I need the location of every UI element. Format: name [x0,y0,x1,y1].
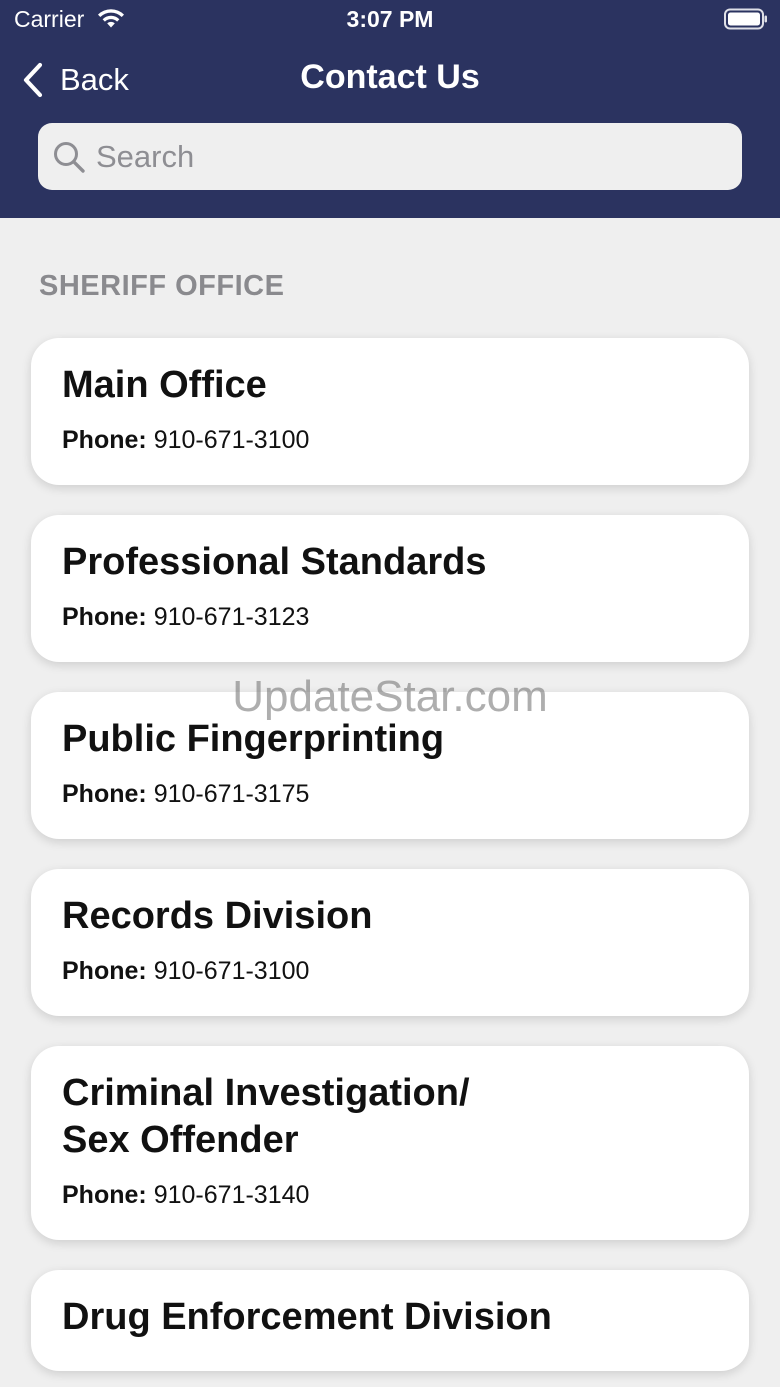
phone-label: Phone: [62,780,147,808]
navigation-bar: Back Contact Us [0,50,780,110]
battery-icon [724,8,767,30]
contact-card[interactable]: Main Office Phone: 910-671-3100 [31,338,749,485]
phone-label: Phone: [62,426,147,454]
contact-phone[interactable]: Phone: 910-671-3100 [62,425,718,455]
contact-name-line: Criminal Investigation/ [62,1072,470,1114]
contact-name-line: Public Fingerprinting [62,718,445,760]
contact-name: Main Office [62,362,718,409]
contact-card[interactable]: Criminal Investigation/ Sex Offender Pho… [31,1046,749,1240]
section-header-sheriff-office: SHERIFF OFFICE [39,270,285,302]
page-title: Contact Us [300,58,480,96]
contact-name-line: Records Division [62,895,373,937]
contact-name: Drug Enforcement Division [62,1294,718,1341]
contact-name-line: Main Office [62,364,267,406]
contact-name-line: Drug Enforcement Division [62,1296,552,1338]
phone-number[interactable]: 910-671-3100 [154,426,310,454]
contact-phone[interactable]: Phone: 910-671-3140 [62,1180,718,1210]
contact-phone[interactable]: Phone: 910-671-3100 [62,956,718,986]
search-icon [54,141,85,173]
contact-card[interactable]: Professional Standards Phone: 910-671-312… [31,515,749,662]
contact-name: Professional Standards [62,539,718,586]
status-bar: Carrier 3:07 PM [0,0,780,40]
header: Carrier 3:07 PM Back Contact Us [0,0,780,218]
phone-label: Phone: [62,957,147,985]
contact-name: Criminal Investigation/ Sex Offender [62,1070,718,1164]
phone-label: Phone: [62,1181,147,1209]
contact-name-line: Professional Standards [62,541,487,583]
phone-number[interactable]: 910-671-3123 [154,603,310,631]
contact-card[interactable]: Public Fingerprinting Phone: 910-671-3175 [31,692,749,839]
contact-name: Records Division [62,893,718,940]
phone-number[interactable]: 910-671-3140 [154,1181,310,1209]
contact-card[interactable]: Drug Enforcement Division [31,1270,749,1371]
status-time: 3:07 PM [346,6,434,32]
search-bar[interactable] [38,123,742,190]
contact-card[interactable]: Records Division Phone: 910-671-3100 [31,869,749,1016]
search-input[interactable] [96,131,716,182]
contact-name-line: Sex Offender [62,1119,299,1161]
phone-number[interactable]: 910-671-3100 [154,957,310,985]
contact-phone[interactable]: Phone: 910-671-3175 [62,779,718,809]
phone-label: Phone: [62,603,147,631]
contact-name: Public Fingerprinting [62,716,718,763]
contact-list: Main Office Phone: 910-671-3100 Professio… [31,338,749,1387]
contact-phone[interactable]: Phone: 910-671-3123 [62,602,718,632]
phone-number[interactable]: 910-671-3175 [154,780,310,808]
